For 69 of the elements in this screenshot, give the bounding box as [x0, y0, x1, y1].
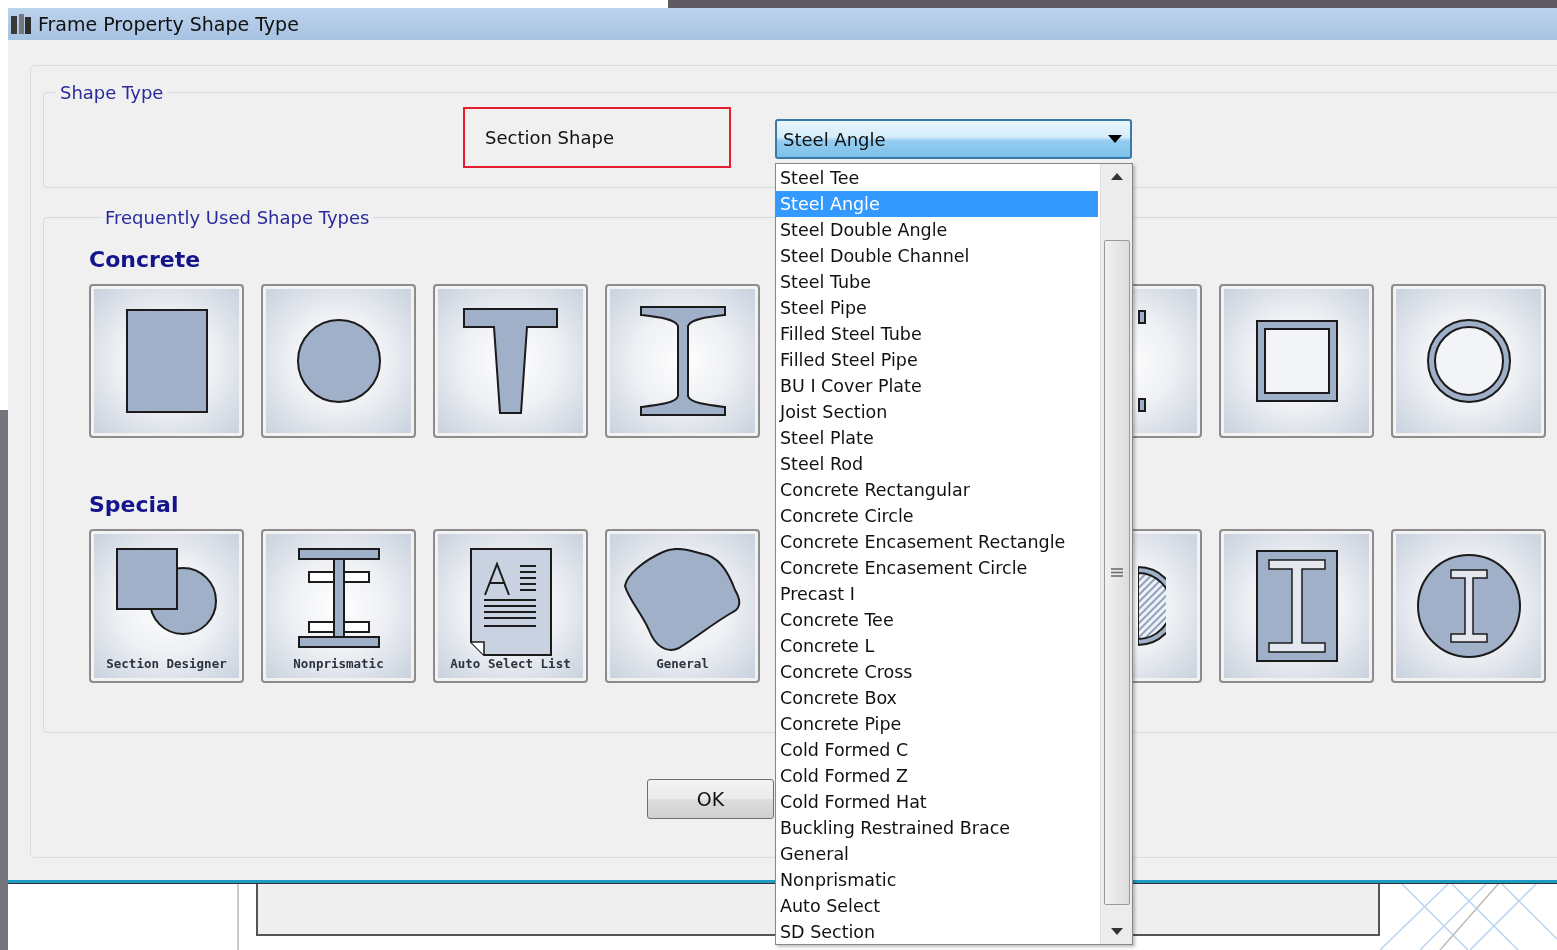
list-item[interactable]: BU I Cover Plate [776, 373, 1098, 399]
circle-icon [295, 318, 382, 404]
shape-button[interactable] [1391, 529, 1546, 683]
list-item[interactable]: Concrete Pipe [776, 711, 1098, 737]
shape-button[interactable] [1219, 529, 1374, 683]
square-and-circle-icon [115, 548, 218, 636]
list-item[interactable]: Joist Section [776, 399, 1098, 425]
list-item[interactable]: Steel Tee [776, 165, 1098, 191]
document-icon [469, 548, 552, 656]
shape-button[interactable] [89, 284, 244, 438]
list-item[interactable]: Steel Double Channel [776, 243, 1098, 269]
shape-button[interactable]: Nonprismatic [261, 529, 416, 683]
rectangle-icon [125, 309, 208, 413]
category-heading: Concrete [89, 247, 201, 274]
shape-button[interactable] [1219, 284, 1374, 438]
blob-icon [622, 548, 743, 654]
list-item[interactable]: General [776, 841, 1098, 867]
shape-button[interactable] [433, 284, 588, 438]
scrollbar[interactable] [1100, 164, 1132, 944]
shape-button[interactable]: General [605, 529, 760, 683]
ring-icon [1425, 318, 1512, 404]
group-label: Shape Type [59, 82, 165, 103]
window-title: Frame Property Shape Type [38, 13, 299, 35]
shape-button[interactable]: Section Designer [89, 529, 244, 683]
square-tube-icon [1255, 320, 1338, 402]
scroll-down-icon[interactable] [1110, 928, 1123, 935]
hatched-ring-icon [1138, 566, 1166, 646]
group-label: Frequently Used Shape Types [104, 207, 371, 228]
list-item[interactable]: Concrete Box [776, 685, 1098, 711]
list-item[interactable]: Cold Formed C [776, 737, 1098, 763]
list-item[interactable]: Steel Pipe [776, 295, 1098, 321]
list-item[interactable]: Filled Steel Tube [776, 321, 1098, 347]
caret-icon [1108, 135, 1122, 143]
list-item[interactable]: Concrete Cross [776, 659, 1098, 685]
flange-tips-icon [1138, 310, 1146, 412]
list-item[interactable]: Cold Formed Hat [776, 789, 1098, 815]
dropdown[interactable]: Steel Angle [775, 119, 1132, 159]
list-item[interactable]: Auto Select [776, 893, 1098, 919]
list-item[interactable]: Concrete Circle [776, 503, 1098, 529]
list-item[interactable]: Concrete Tee [776, 607, 1098, 633]
shape-button[interactable] [1391, 284, 1546, 438]
list-item[interactable]: Filled Steel Pipe [776, 347, 1098, 373]
tee-section-icon [463, 308, 558, 414]
list-item[interactable]: Steel Rod [776, 451, 1098, 477]
ok-button[interactable]: OK [647, 779, 774, 819]
list-item[interactable]: Nonprismatic [776, 867, 1098, 893]
i-beam-icon [639, 306, 726, 416]
list-item[interactable]: Concrete L [776, 633, 1098, 659]
shape-button[interactable]: Auto Select List [433, 529, 588, 683]
category-heading: Special [89, 492, 179, 519]
app-icon [10, 13, 32, 35]
section-shape-label: Section Shape [463, 107, 731, 168]
list-item[interactable]: Concrete Encasement Circle [776, 555, 1098, 581]
i-beam-icon [297, 548, 380, 648]
shape-button[interactable] [605, 284, 760, 438]
list-item[interactable]: Steel Double Angle [776, 217, 1098, 243]
list-item[interactable]: Cold Formed Z [776, 763, 1098, 789]
list-item[interactable]: Steel Tube [776, 269, 1098, 295]
circled-i-beam-icon [1415, 553, 1522, 659]
scroll-up-icon[interactable] [1110, 173, 1123, 180]
scroll-thumb[interactable] [1103, 239, 1130, 905]
list-item[interactable]: Concrete Encasement Rectangle [776, 529, 1098, 555]
list-item[interactable]: Precast I [776, 581, 1098, 607]
list-item[interactable]: Buckling Restrained Brace [776, 815, 1098, 841]
boxed-i-beam-icon [1255, 550, 1338, 662]
list-item[interactable]: Steel Plate [776, 425, 1098, 451]
list-item[interactable]: Concrete Rectangular [776, 477, 1098, 503]
list-item[interactable]: SD Section [776, 919, 1098, 945]
grip-icon [1110, 567, 1123, 577]
